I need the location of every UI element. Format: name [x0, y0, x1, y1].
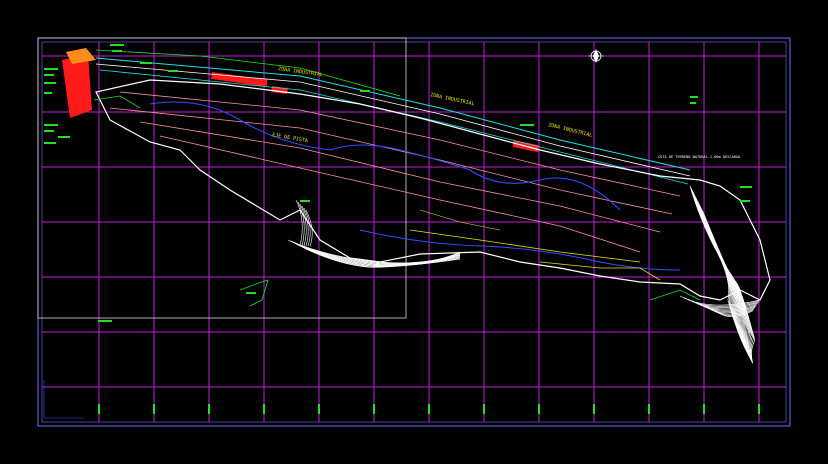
site-outline: [95, 79, 771, 301]
yellow-line-3: [419, 209, 501, 231]
bottom-tick: [428, 404, 430, 414]
label-coord-note: COTA DE TERRENO NATURAL 1.00m DESCARGA: [658, 155, 741, 159]
legend-stub: [43, 380, 84, 419]
bottom-tick: [373, 404, 375, 414]
bottom-tick: [318, 404, 320, 414]
site-plan: [44, 44, 771, 364]
bottom-tick-marks: [98, 404, 760, 414]
road-line-2: [95, 63, 691, 177]
coordinate-grid: [42, 42, 786, 422]
bottom-tick: [593, 404, 595, 414]
bottom-tick: [538, 404, 540, 414]
pink-runway-4: [159, 135, 641, 253]
label-zona-industrial-3: ZONA INDUSTRIAL: [548, 122, 593, 139]
road-line-1: [95, 57, 691, 171]
cad-drawing-canvas: ZONA INDUSTRIAL ZONA INDUSTRIAL ZONA IND…: [37, 37, 791, 427]
road-line-4: [95, 49, 401, 97]
bottom-tick: [483, 404, 485, 414]
bottom-tick: [648, 404, 650, 414]
bottom-tick: [703, 404, 705, 414]
pink-runway-1: [119, 91, 681, 197]
bottom-tick: [153, 404, 155, 414]
yellow-line-1: [409, 229, 641, 263]
blue-contour-1: [149, 101, 621, 211]
bottom-tick: [263, 404, 265, 414]
sheet-frame: [37, 37, 791, 427]
pink-runway-3: [139, 121, 661, 233]
bottom-tick: [758, 404, 760, 414]
terrain-contours-right: [679, 185, 761, 364]
bottom-tick: [208, 404, 210, 414]
red-block: [62, 54, 92, 118]
label-zona-industrial-2: ZONA INDUSTRIAL: [430, 92, 475, 107]
green-annotations: [44, 44, 752, 322]
bottom-tick: [98, 404, 100, 414]
north-arrow-icon: [588, 49, 604, 63]
